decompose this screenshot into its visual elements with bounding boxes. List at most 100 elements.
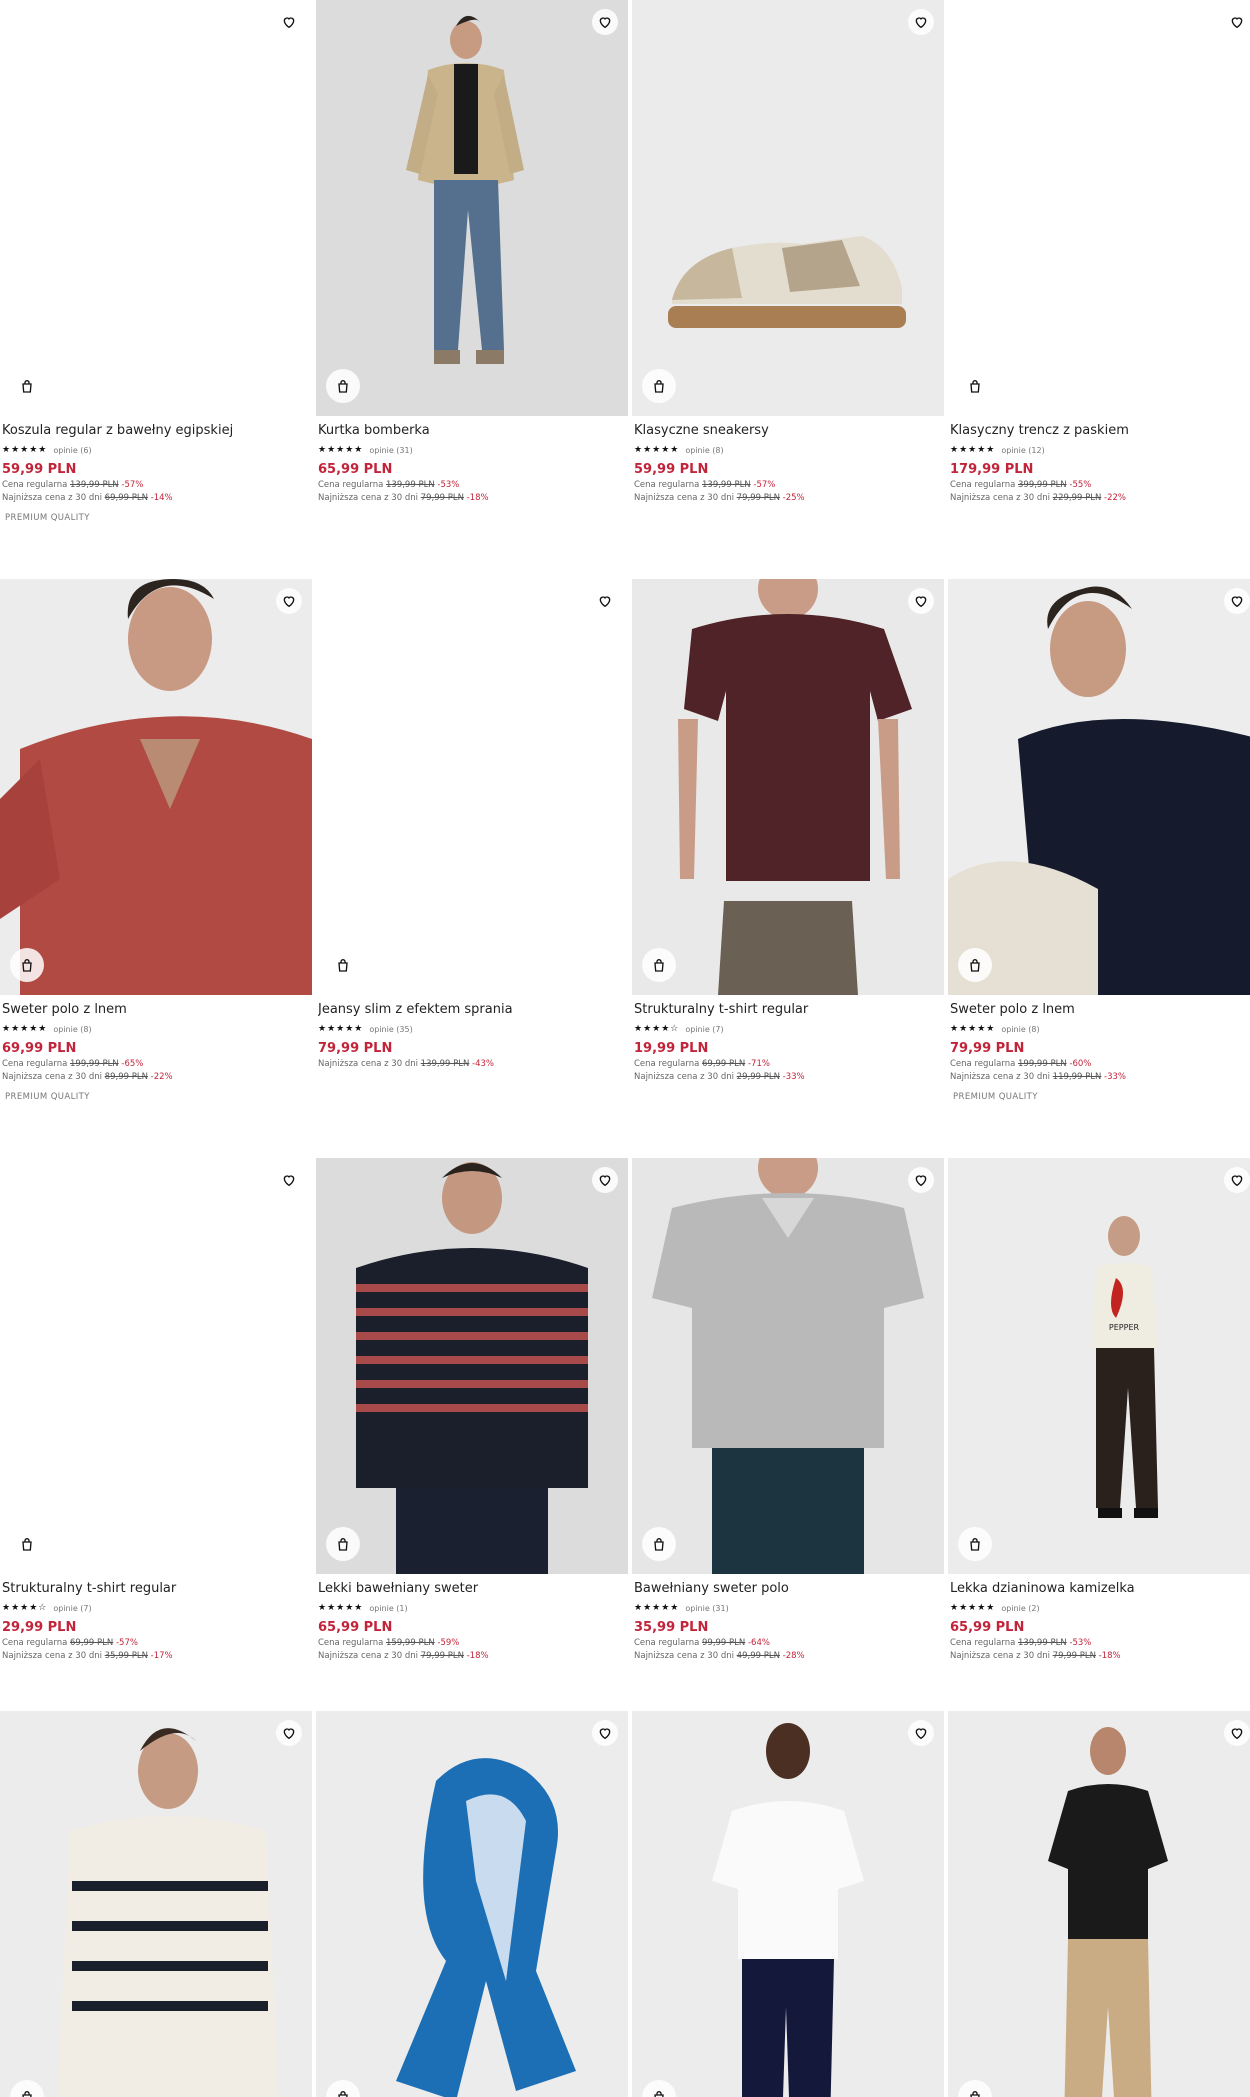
product-title[interactable]: Kurtka bomberka: [318, 423, 626, 441]
product-title[interactable]: Sweter polo z lnem: [950, 1002, 1250, 1020]
favorite-heart-icon[interactable]: [592, 1720, 618, 1746]
product-card[interactable]: [316, 1711, 628, 2097]
lowest-price-label: Najniższa cena z 30 dni: [950, 1072, 1050, 1082]
product-image[interactable]: [0, 1711, 312, 2097]
product-title[interactable]: Bawełniany sweter polo: [634, 1581, 942, 1599]
review-count[interactable]: opinie (8): [1001, 1025, 1039, 1034]
product-image[interactable]: [316, 0, 628, 416]
favorite-heart-icon[interactable]: [592, 9, 618, 35]
product-image[interactable]: [316, 1158, 628, 1574]
product-image[interactable]: [316, 1711, 628, 2097]
product-image[interactable]: [316, 579, 628, 995]
favorite-heart-icon[interactable]: [592, 588, 618, 614]
add-to-cart-bag-icon[interactable]: [326, 948, 360, 982]
product-image[interactable]: [632, 1158, 944, 1574]
product-title[interactable]: Koszula regular z bawełny egipskiej: [2, 423, 310, 441]
review-count[interactable]: opinie (35): [369, 1025, 412, 1034]
product-title[interactable]: Strukturalny t-shirt regular: [634, 1002, 942, 1020]
current-price: 79,99 PLN: [950, 1041, 1025, 1056]
regular-price-label: Cena regularna: [2, 1059, 68, 1069]
favorite-heart-icon[interactable]: [908, 9, 934, 35]
product-image[interactable]: [632, 0, 944, 416]
favorite-heart-icon[interactable]: [908, 588, 934, 614]
regular-price-line: Cena regularna 99,99 PLN -64%: [634, 1638, 942, 1651]
favorite-heart-icon[interactable]: [908, 1167, 934, 1193]
product-title[interactable]: Strukturalny t-shirt regular: [2, 1581, 310, 1599]
product-rating: ★★★★★ opinie (31): [318, 443, 626, 457]
lowest-price-line: Najniższa cena z 30 dni 89,99 PLN -22%: [2, 1072, 310, 1085]
product-image[interactable]: [948, 1711, 1250, 2097]
product-image[interactable]: [948, 579, 1250, 995]
review-count[interactable]: opinie (2): [1001, 1604, 1039, 1613]
product-card[interactable]: Klasyczne sneakersy ★★★★★ opinie (8) 59,…: [632, 0, 944, 506]
favorite-heart-icon[interactable]: [1224, 588, 1250, 614]
add-to-cart-bag-icon[interactable]: [10, 948, 44, 982]
review-count[interactable]: opinie (12): [1001, 446, 1044, 455]
favorite-heart-icon[interactable]: [1224, 1167, 1250, 1193]
review-count[interactable]: opinie (6): [53, 446, 91, 455]
add-to-cart-bag-icon[interactable]: [958, 1527, 992, 1561]
product-card[interactable]: PEPPER Lekka dzianinowa kamizelka ★★★★★ …: [948, 1158, 1250, 1664]
favorite-heart-icon[interactable]: [1224, 1720, 1250, 1746]
review-count[interactable]: opinie (8): [53, 1025, 91, 1034]
favorite-heart-icon[interactable]: [276, 1167, 302, 1193]
favorite-heart-icon[interactable]: [276, 588, 302, 614]
lowest-price-old: 139,99 PLN: [420, 1059, 470, 1069]
review-count[interactable]: opinie (8): [685, 446, 723, 455]
product-title[interactable]: Sweter polo z lnem: [2, 1002, 310, 1020]
add-to-cart-bag-icon[interactable]: [958, 369, 992, 403]
product-card[interactable]: [948, 1711, 1250, 2097]
product-card[interactable]: [632, 1711, 944, 2097]
regular-price-old: 159,99 PLN: [386, 1638, 435, 1648]
add-to-cart-bag-icon[interactable]: [958, 948, 992, 982]
review-count[interactable]: opinie (7): [53, 1604, 91, 1613]
product-title[interactable]: Lekki bawełniany sweter: [318, 1581, 626, 1599]
product-card[interactable]: Sweter polo z lnem ★★★★★ opinie (8) 79,9…: [948, 579, 1250, 1102]
product-card[interactable]: Klasyczny trencz z paskiem ★★★★★ opinie …: [948, 0, 1250, 506]
product-card[interactable]: Strukturalny t-shirt regular ★★★★☆ opini…: [0, 1158, 312, 1664]
product-photo: [632, 1711, 944, 2097]
product-image[interactable]: [0, 579, 312, 995]
product-title[interactable]: Lekka dzianinowa kamizelka: [950, 1581, 1250, 1599]
product-card[interactable]: [0, 1711, 312, 2097]
favorite-heart-icon[interactable]: [908, 1720, 934, 1746]
add-to-cart-bag-icon[interactable]: [642, 1527, 676, 1561]
product-image[interactable]: PEPPER: [948, 1158, 1250, 1574]
product-title[interactable]: Jeansy slim z efektem sprania: [318, 1002, 626, 1020]
review-count[interactable]: opinie (31): [369, 446, 412, 455]
review-count[interactable]: opinie (7): [685, 1025, 723, 1034]
product-image[interactable]: [632, 1711, 944, 2097]
review-count[interactable]: opinie (31): [685, 1604, 728, 1613]
product-image[interactable]: [948, 0, 1250, 416]
regular-discount: -65%: [121, 1059, 144, 1069]
product-card[interactable]: Strukturalny t-shirt regular ★★★★☆ opini…: [632, 579, 944, 1085]
favorite-heart-icon[interactable]: [592, 1167, 618, 1193]
lowest-price-line: Najniższa cena z 30 dni 79,99 PLN -18%: [950, 1651, 1250, 1664]
product-card[interactable]: Jeansy slim z efektem sprania ★★★★★ opin…: [316, 579, 628, 1072]
add-to-cart-bag-icon[interactable]: [326, 369, 360, 403]
product-title[interactable]: Klasyczny trencz z paskiem: [950, 423, 1250, 441]
add-to-cart-bag-icon[interactable]: [10, 1527, 44, 1561]
product-card[interactable]: Koszula regular z bawełny egipskiej ★★★★…: [0, 0, 312, 523]
regular-price-label: Cena regularna: [318, 480, 384, 490]
product-card[interactable]: Lekki bawełniany sweter ★★★★★ opinie (1)…: [316, 1158, 628, 1664]
favorite-heart-icon[interactable]: [1224, 9, 1250, 35]
lowest-price-label: Najniższa cena z 30 dni: [634, 1072, 734, 1082]
favorite-heart-icon[interactable]: [276, 9, 302, 35]
add-to-cart-bag-icon[interactable]: [642, 948, 676, 982]
regular-price-line: Cena regularna 159,99 PLN -59%: [318, 1638, 626, 1651]
product-image[interactable]: [632, 579, 944, 995]
favorite-heart-icon[interactable]: [276, 1720, 302, 1746]
add-to-cart-bag-icon[interactable]: [326, 1527, 360, 1561]
add-to-cart-bag-icon[interactable]: [10, 369, 44, 403]
product-card[interactable]: Sweter polo z lnem ★★★★★ opinie (8) 69,9…: [0, 579, 312, 1102]
review-count[interactable]: opinie (1): [369, 1604, 407, 1613]
product-card[interactable]: Kurtka bomberka ★★★★★ opinie (31) 65,99 …: [316, 0, 628, 506]
product-image[interactable]: [0, 1158, 312, 1574]
product-card[interactable]: Bawełniany sweter polo ★★★★★ opinie (31)…: [632, 1158, 944, 1664]
add-to-cart-bag-icon[interactable]: [642, 369, 676, 403]
current-price: 59,99 PLN: [2, 462, 77, 477]
product-image[interactable]: [0, 0, 312, 416]
regular-price-line: Cena regularna 139,99 PLN -53%: [950, 1638, 1250, 1651]
product-title[interactable]: Klasyczne sneakersy: [634, 423, 942, 441]
